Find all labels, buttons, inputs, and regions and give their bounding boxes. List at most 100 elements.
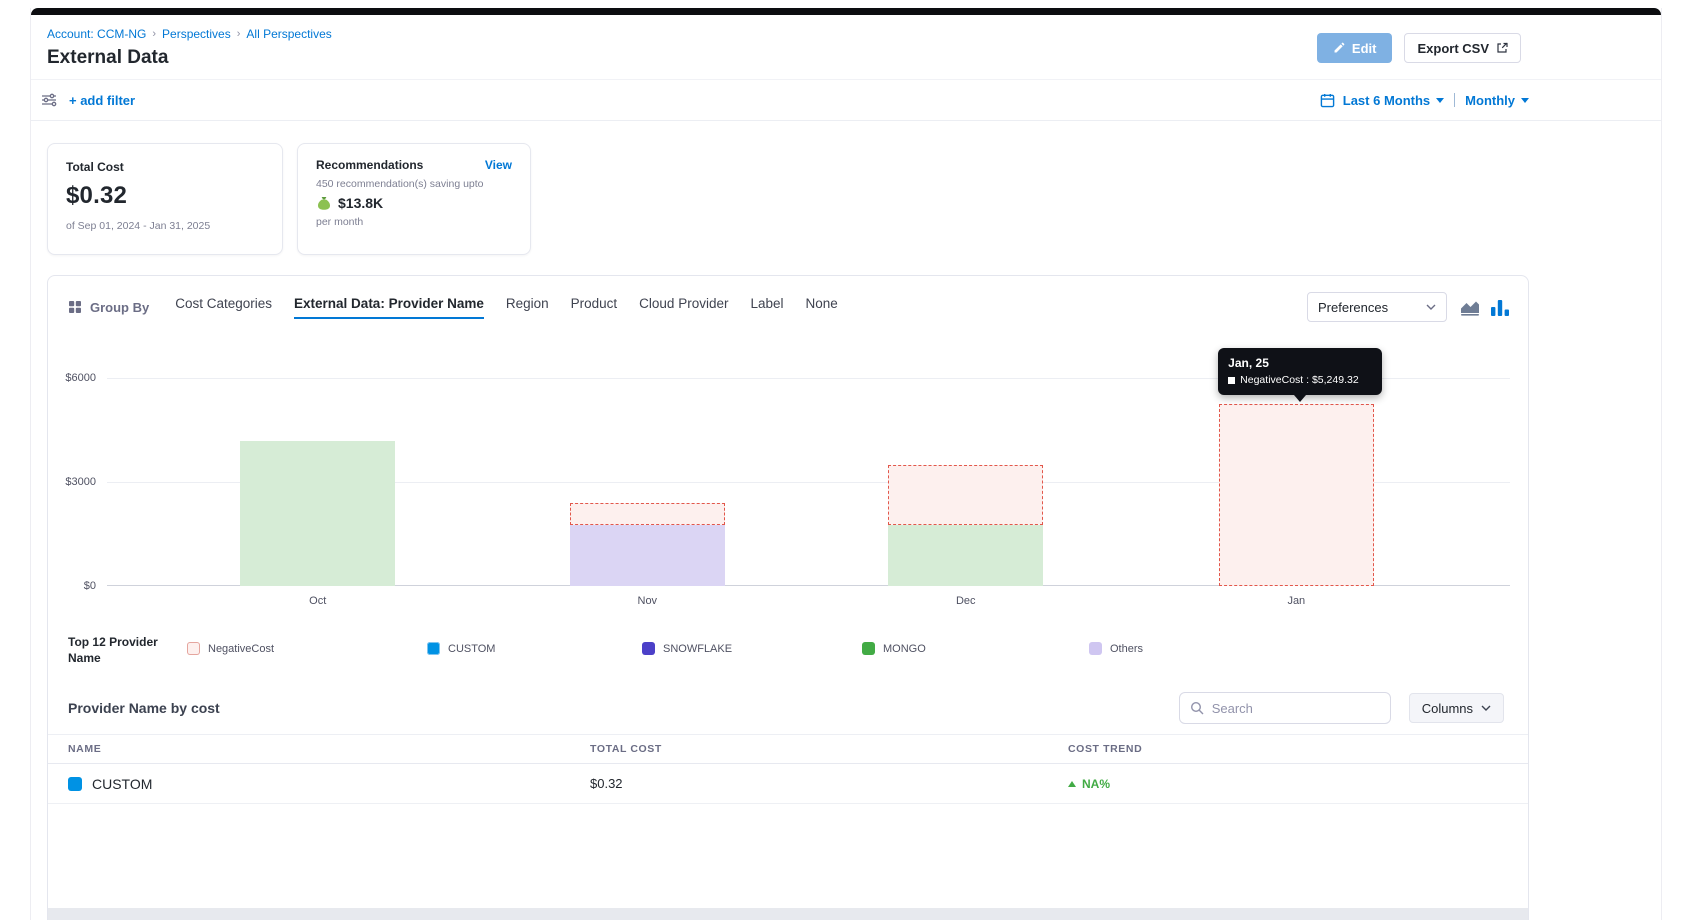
chevron-down-icon [1481, 705, 1491, 711]
bar-segment-nov-others[interactable] [570, 525, 725, 586]
provider-color-swatch [68, 777, 82, 791]
bar-chart-toggle-icon[interactable] [1490, 299, 1510, 316]
breadcrumb-separator: › [152, 28, 156, 40]
filter-bar: + add filter Last 6 Months Monthly [31, 79, 1661, 121]
bar-segment-nov-negativecost[interactable] [570, 503, 725, 525]
bar-segment-dec-negativecost[interactable] [888, 465, 1043, 525]
chart-plot: $6000 $3000 $0 Jan, 25 NegativeCost : $5… [107, 378, 1510, 586]
total-cost-cell: $0.32 [590, 776, 1068, 791]
chevron-down-icon [1426, 304, 1436, 310]
provider-name: CUSTOM [92, 776, 152, 792]
legend-swatch-negativecost [187, 642, 200, 655]
tab-cloud-provider[interactable]: Cloud Provider [639, 296, 728, 319]
group-by-row: Group By Cost CategoriesExternal Data: P… [48, 276, 1528, 332]
provider-cost-table: NAME TOTAL COST COST TREND CUSTOM $0.32 NA… [48, 734, 1528, 804]
table-scrollbar-track[interactable] [48, 908, 1528, 920]
area-chart-toggle-icon[interactable] [1459, 299, 1481, 316]
date-range-selector[interactable]: Last 6 Months [1343, 93, 1444, 108]
legend-label: MONGO [883, 643, 926, 655]
table-search[interactable] [1179, 692, 1391, 724]
table-row[interactable]: CUSTOM$0.32NA% [48, 764, 1528, 804]
edit-button[interactable]: Edit [1317, 33, 1393, 63]
tab-label[interactable]: Label [750, 296, 783, 319]
total-cost-period: of Sep 01, 2024 - Jan 31, 2025 [66, 220, 264, 232]
search-icon [1190, 701, 1204, 715]
header-left: Account: CCM-NG › Perspectives › All Per… [47, 27, 332, 69]
y-tick-3000: $3000 [65, 476, 96, 488]
total-cost-title: Total Cost [66, 160, 264, 174]
bar-segment-dec-mongo[interactable] [888, 525, 1043, 586]
tab-none[interactable]: None [806, 296, 838, 319]
recommendations-title: Recommendations [316, 158, 423, 172]
chevron-down-icon [1436, 98, 1444, 103]
tooltip-series-bullet [1228, 377, 1235, 384]
legend-label: NegativeCost [208, 643, 274, 655]
add-filter-button[interactable]: + add filter [69, 93, 135, 108]
breadcrumb-separator: › [237, 28, 241, 40]
legend-swatch-others [1089, 642, 1102, 655]
cost-chart: $6000 $3000 $0 Jan, 25 NegativeCost : $5… [48, 378, 1528, 618]
breadcrumb-all-perspectives-link[interactable]: All Perspectives [246, 27, 331, 41]
legend-item-negativecost[interactable]: NegativeCost [187, 642, 274, 655]
bar-segment-jan-negativecost[interactable] [1219, 404, 1374, 586]
x-axis-label-jan: Jan [1287, 595, 1305, 607]
preferences-dropdown[interactable]: Preferences [1307, 292, 1447, 322]
search-input[interactable] [1212, 701, 1380, 716]
column-header-cost-trend[interactable]: COST TREND [1068, 743, 1528, 755]
money-bag-icon [316, 196, 332, 211]
pencil-icon [1333, 42, 1345, 54]
y-tick-6000: $6000 [65, 372, 96, 384]
group-by-tabs: Cost Categories External Data: Provider N… [175, 296, 838, 319]
table-toolbar: Provider Name by cost Columns [48, 692, 1528, 724]
recommendations-amount: $13.8K [338, 195, 383, 211]
y-tick-0: $0 [84, 580, 96, 592]
legend-label: Others [1110, 643, 1143, 655]
group-by-icon [68, 300, 82, 314]
x-axis-label-oct: Oct [309, 595, 326, 607]
x-axis-label-nov: Nov [638, 595, 658, 607]
total-cost-value: $0.32 [66, 182, 264, 210]
breadcrumb-perspectives-link[interactable]: Perspectives [162, 27, 231, 41]
trend-up-icon [1068, 781, 1076, 787]
legend-item-snowflake[interactable]: SNOWFLAKE [642, 642, 732, 655]
chart-controls: Preferences [1307, 292, 1510, 322]
table-title: Provider Name by cost [68, 700, 220, 716]
legend-swatch-snowflake [642, 642, 655, 655]
divider [1454, 93, 1455, 107]
legend-item-custom[interactable]: CUSTOM [427, 642, 495, 655]
legend-label: CUSTOM [448, 643, 495, 655]
recommendations-card: Recommendations View 450 recommendation(… [297, 143, 531, 255]
tab-product[interactable]: Product [571, 296, 618, 319]
tooltip-value: NegativeCost : $5,249.32 [1240, 374, 1359, 386]
view-recommendations-link[interactable]: View [485, 158, 512, 172]
column-header-total-cost[interactable]: TOTAL COST [590, 743, 1068, 755]
granularity-selector[interactable]: Monthly [1465, 93, 1529, 108]
tab-region[interactable]: Region [506, 296, 549, 319]
bar-segment-oct-mongo[interactable] [240, 441, 395, 586]
legend-swatch-custom [427, 642, 440, 655]
perspective-panel: Group By Cost CategoriesExternal Data: P… [47, 275, 1529, 920]
table-body: CUSTOM$0.32NA% [48, 764, 1528, 804]
legend-title: Top 12 Provider Name [68, 634, 180, 666]
total-cost-card: Total Cost $0.32 of Sep 01, 2024 - Jan 3… [47, 143, 283, 255]
chevron-down-icon [1521, 98, 1529, 103]
legend-item-mongo[interactable]: MONGO [862, 642, 926, 655]
tab-external-data-provider-name[interactable]: External Data: Provider Name [294, 296, 484, 319]
window-top-bar [31, 8, 1661, 15]
app-window: Account: CCM-NG › Perspectives › All Per… [0, 0, 1692, 920]
tooltip-title: Jan, 25 [1228, 356, 1372, 370]
export-csv-button[interactable]: Export CSV [1404, 33, 1521, 63]
filter-settings-icon[interactable] [41, 93, 57, 107]
chart-tooltip: Jan, 25 NegativeCost : $5,249.32 [1218, 348, 1382, 395]
legend-item-others[interactable]: Others [1089, 642, 1143, 655]
recommendations-cadence: per month [316, 216, 512, 228]
breadcrumb-account-link[interactable]: Account: CCM-NG [47, 27, 146, 41]
x-axis-label-dec: Dec [956, 595, 976, 607]
recommendations-summary: 450 recommendation(s) saving upto [316, 178, 512, 190]
external-link-icon [1496, 42, 1508, 54]
columns-button[interactable]: Columns [1409, 693, 1504, 723]
column-header-name[interactable]: NAME [68, 743, 590, 755]
table-header-row: NAME TOTAL COST COST TREND [48, 734, 1528, 764]
tab-cost-categories[interactable]: Cost Categories [175, 296, 272, 319]
page-header: Account: CCM-NG › Perspectives › All Per… [31, 15, 1661, 79]
